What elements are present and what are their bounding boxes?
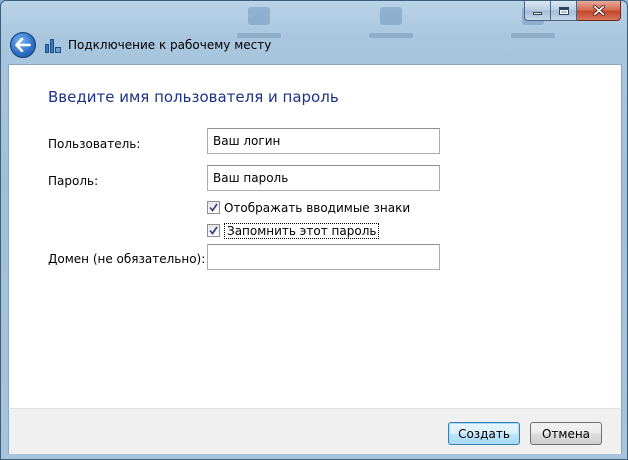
- show-chars-checkbox[interactable]: [207, 201, 220, 214]
- checkmark-icon: [209, 203, 218, 212]
- cancel-button[interactable]: Отмена: [530, 422, 602, 445]
- back-button[interactable]: [10, 32, 36, 58]
- remember-password-label: Запомнить этот пароль: [224, 222, 380, 239]
- window-frame: Подключение к рабочему месту Введите имя…: [0, 0, 628, 460]
- dialog-content: Введите имя пользователя и пароль Пользо…: [8, 64, 622, 408]
- remember-password-checkbox[interactable]: [207, 224, 220, 237]
- caption-buttons: [524, 1, 621, 21]
- maximize-icon: [558, 6, 569, 15]
- back-arrow-icon: [15, 38, 31, 52]
- domain-label: Домен (не обязательно):: [48, 252, 206, 266]
- show-chars-checkbox-row[interactable]: Отображать вводимые знаки: [207, 199, 410, 216]
- create-button[interactable]: Создать: [448, 422, 520, 445]
- password-input[interactable]: [207, 165, 440, 191]
- username-input[interactable]: [207, 128, 440, 154]
- show-chars-label: Отображать вводимые знаки: [224, 200, 411, 215]
- password-label: Пароль:: [48, 174, 99, 188]
- network-connection-icon: [45, 37, 63, 53]
- close-button[interactable]: [577, 1, 621, 21]
- minimize-icon: [533, 12, 542, 15]
- domain-input[interactable]: [207, 244, 440, 270]
- maximize-button[interactable]: [551, 1, 577, 21]
- navigation-bar: Подключение к рабочему месту: [8, 29, 622, 61]
- remember-password-checkbox-row[interactable]: Запомнить этот пароль: [207, 222, 380, 239]
- window-title: Подключение к рабочему месту: [68, 38, 272, 52]
- close-icon: [592, 5, 605, 16]
- username-label: Пользователь:: [48, 137, 141, 151]
- checkmark-icon: [209, 226, 218, 235]
- minimize-button[interactable]: [524, 1, 551, 21]
- form-heading: Введите имя пользователя и пароль: [48, 88, 339, 106]
- dialog-footer: Создать Отмена: [8, 408, 622, 454]
